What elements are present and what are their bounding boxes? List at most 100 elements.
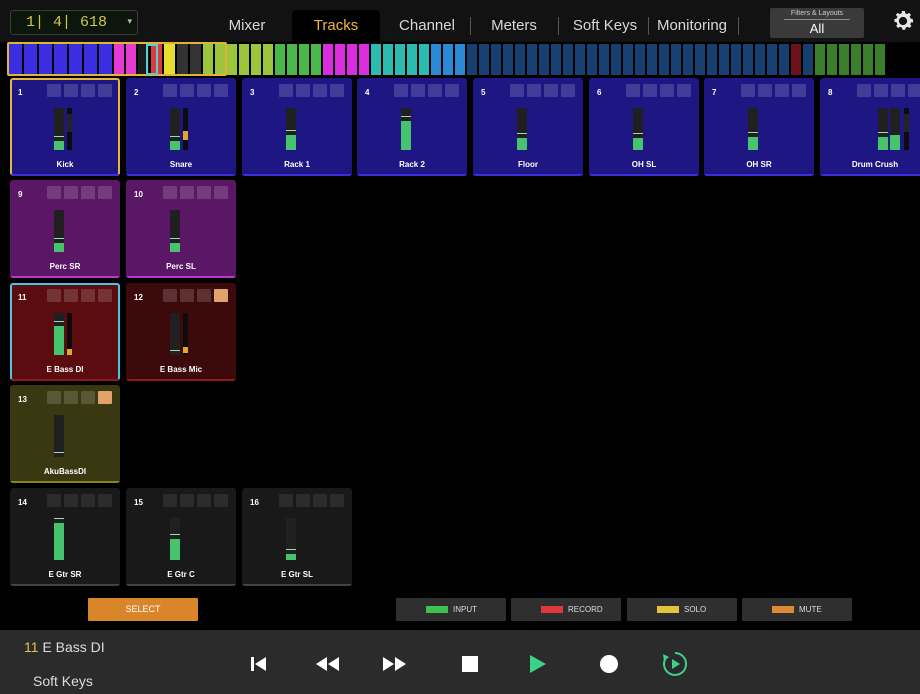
tab-soft-keys[interactable]: Soft Keys <box>563 10 647 42</box>
strip-cell[interactable] <box>287 44 297 75</box>
strip-cell[interactable] <box>335 44 345 75</box>
track-tile[interactable]: 11 E Bass DI <box>10 283 120 381</box>
solo-toggle[interactable] <box>197 289 211 302</box>
volume-fader[interactable] <box>54 415 64 457</box>
mute-toggle[interactable] <box>98 391 112 404</box>
record-toggle[interactable] <box>64 494 78 507</box>
strip-cell[interactable] <box>599 44 609 75</box>
strip-cell[interactable] <box>671 44 681 75</box>
solo-toggle[interactable] <box>81 84 95 97</box>
track-tile[interactable]: 7 OH SR <box>704 78 814 176</box>
mute-toggle[interactable] <box>330 494 344 507</box>
strip-cell[interactable] <box>791 44 801 75</box>
strip-cell[interactable] <box>551 44 561 75</box>
strip-cell[interactable] <box>575 44 585 75</box>
current-track-label[interactable]: 11 E Bass DI <box>24 639 105 655</box>
strip-cell[interactable] <box>311 44 321 75</box>
track-tile[interactable]: 6 OH SL <box>589 78 699 176</box>
solo-toggle[interactable] <box>313 494 327 507</box>
volume-fader[interactable] <box>890 108 900 150</box>
record-toggle[interactable] <box>527 84 541 97</box>
solo-toggle[interactable] <box>891 84 905 97</box>
solo-toggle[interactable] <box>313 84 327 97</box>
track-tile[interactable]: 15 E Gtr C <box>126 488 236 586</box>
mute-toggle[interactable] <box>214 186 228 199</box>
track-overview-strip[interactable] <box>0 42 920 76</box>
track-tile[interactable]: 5 Floor <box>473 78 583 176</box>
mute-toggle[interactable] <box>98 186 112 199</box>
fast-forward-icon[interactable] <box>380 649 410 679</box>
volume-fader[interactable] <box>54 313 64 355</box>
strip-cell[interactable] <box>803 44 813 75</box>
solo-toggle[interactable] <box>197 494 211 507</box>
strip-cell[interactable] <box>371 44 381 75</box>
solo-toggle[interactable] <box>197 186 211 199</box>
strip-cell[interactable] <box>719 44 729 75</box>
tab-channel[interactable]: Channel <box>385 10 469 42</box>
mute-toggle[interactable] <box>561 84 575 97</box>
track-tile[interactable]: 14 E Gtr SR <box>10 488 120 586</box>
strip-cell[interactable] <box>431 44 441 75</box>
filters-layouts-button[interactable]: Filters & Layouts All <box>770 8 864 38</box>
strip-cell[interactable] <box>731 44 741 75</box>
position-counter[interactable]: 1| 4| 618 ▾ <box>10 10 138 35</box>
tab-mixer[interactable]: Mixer <box>215 10 279 42</box>
track-tile[interactable]: 16 E Gtr SL <box>242 488 352 586</box>
strip-cell[interactable] <box>587 44 597 75</box>
track-tile[interactable]: 4 Rack 2 <box>357 78 467 176</box>
mute-toggle[interactable] <box>98 289 112 302</box>
strip-cell[interactable] <box>707 44 717 75</box>
strip-cell[interactable] <box>875 44 885 75</box>
strip-cell[interactable] <box>827 44 837 75</box>
strip-cell[interactable] <box>227 44 237 75</box>
volume-fader[interactable] <box>170 210 180 252</box>
record-toggle[interactable] <box>180 186 194 199</box>
input-toggle[interactable] <box>163 186 177 199</box>
select-button[interactable]: SELECT <box>88 598 198 621</box>
strip-cell[interactable] <box>395 44 405 75</box>
strip-cell[interactable] <box>755 44 765 75</box>
mute-toggle[interactable] <box>214 494 228 507</box>
tab-monitoring[interactable]: Monitoring <box>650 10 734 42</box>
strip-cell[interactable] <box>479 44 489 75</box>
mute-toggle[interactable] <box>98 84 112 97</box>
track-tile[interactable]: 12 E Bass Mic <box>126 283 236 381</box>
solo-toggle[interactable] <box>197 84 211 97</box>
record-toggle[interactable] <box>180 494 194 507</box>
record-toggle[interactable] <box>180 289 194 302</box>
mute-toggle[interactable] <box>677 84 691 97</box>
record-toggle[interactable] <box>64 289 78 302</box>
volume-fader[interactable] <box>54 518 64 560</box>
strip-cell[interactable] <box>815 44 825 75</box>
strip-cell[interactable] <box>515 44 525 75</box>
soft-keys-label[interactable]: Soft Keys <box>33 673 93 689</box>
strip-cell[interactable] <box>695 44 705 75</box>
cycle-icon[interactable] <box>660 649 690 679</box>
strip-cell[interactable] <box>347 44 357 75</box>
gear-icon[interactable] <box>890 8 916 34</box>
record-toggle[interactable] <box>64 84 78 97</box>
strip-cell[interactable] <box>275 44 285 75</box>
strip-cell[interactable] <box>251 44 261 75</box>
mute-toggle[interactable] <box>98 494 112 507</box>
play-icon[interactable] <box>522 649 552 679</box>
strip-cell[interactable] <box>563 44 573 75</box>
track-tile[interactable]: 3 Rack 1 <box>242 78 352 176</box>
strip-cell[interactable] <box>359 44 369 75</box>
record-toggle[interactable] <box>874 84 888 97</box>
volume-fader[interactable] <box>170 518 180 560</box>
volume-fader[interactable] <box>633 108 643 150</box>
volume-fader[interactable] <box>170 313 180 355</box>
solo-toggle[interactable] <box>81 289 95 302</box>
volume-fader[interactable] <box>286 108 296 150</box>
track-tile[interactable]: 8 Drum Crush <box>820 78 920 176</box>
record-toggle[interactable] <box>411 84 425 97</box>
rewind-icon[interactable] <box>312 649 342 679</box>
volume-fader[interactable] <box>878 108 888 150</box>
volume-fader[interactable] <box>286 518 296 560</box>
strip-cell[interactable] <box>647 44 657 75</box>
tab-meters[interactable]: Meters <box>476 10 552 42</box>
track-tile[interactable]: 1 Kick <box>10 78 120 176</box>
strip-cell[interactable] <box>527 44 537 75</box>
strip-cell[interactable] <box>779 44 789 75</box>
